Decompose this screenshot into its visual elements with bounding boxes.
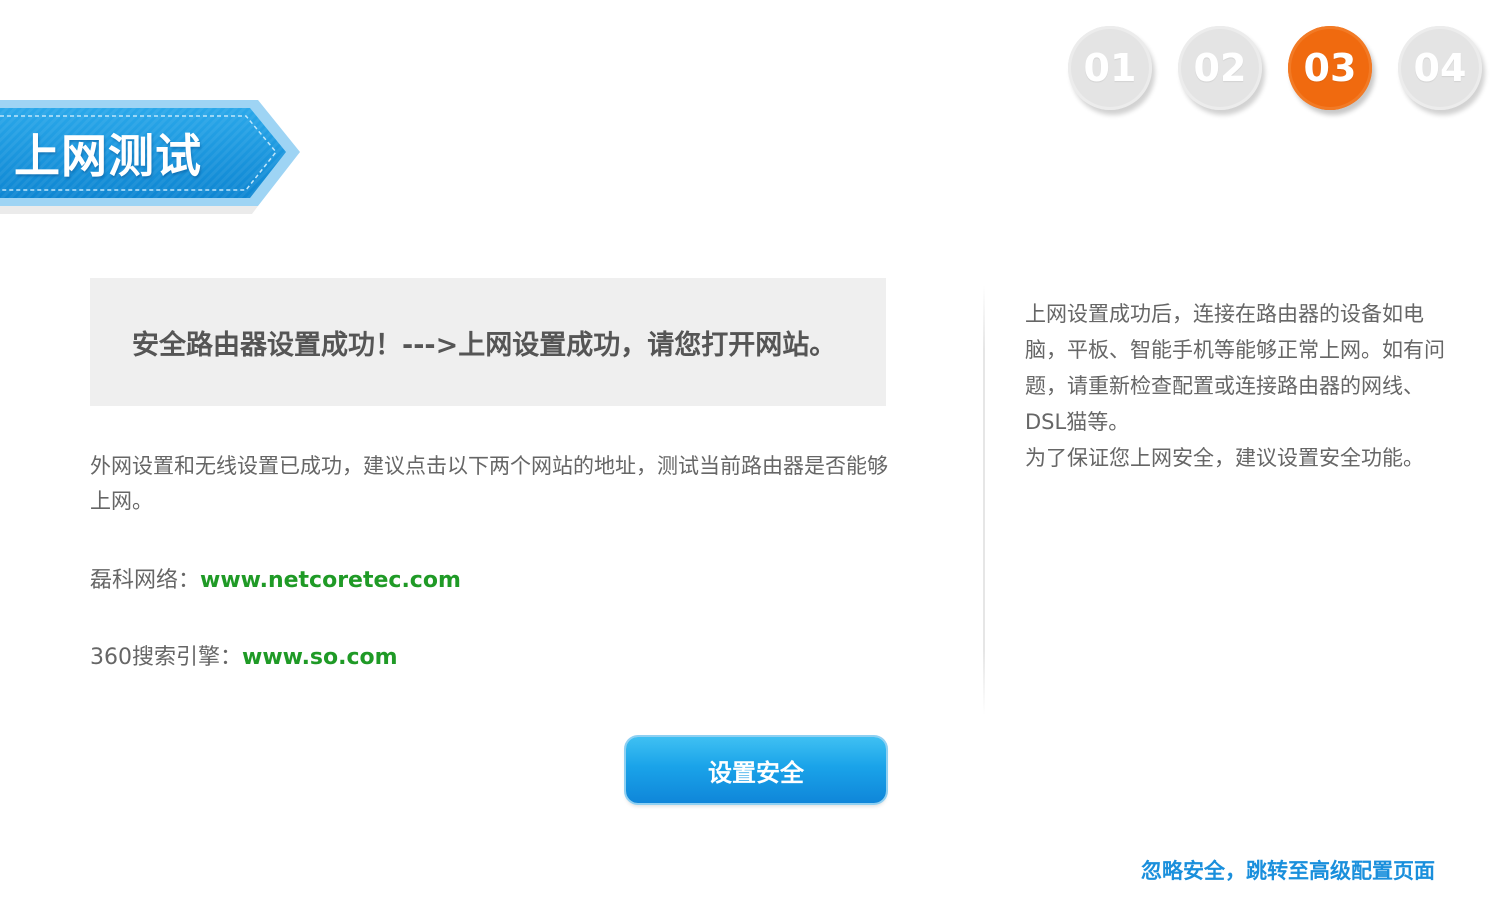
side-info-panel: 上网设置成功后，连接在路由器的设备如电脑，平板、智能手机等能够正常上网。如有问题… <box>1025 296 1445 476</box>
skip-to-advanced-link[interactable]: 忽略安全，跳转至高级配置页面 <box>1141 855 1435 885</box>
setup-security-button[interactable]: 设置安全 <box>626 737 886 803</box>
side-info-paragraph-1: 上网设置成功后，连接在路由器的设备如电脑，平板、智能手机等能够正常上网。如有问题… <box>1025 302 1445 434</box>
site-label: 磊科网络： <box>90 568 201 593</box>
page-title: 上网测试 <box>14 129 202 183</box>
so-link[interactable]: www.so.com <box>242 645 398 670</box>
step-2: 02 <box>1178 26 1262 110</box>
test-description: 外网设置和无线设置已成功，建议点击以下两个网站的地址，测试当前路由器是否能够上网… <box>90 454 888 513</box>
site-label: 360搜索引擎： <box>90 645 242 670</box>
step-indicator: 01 02 03 04 <box>1068 26 1482 110</box>
column-divider <box>983 285 985 715</box>
netcore-link[interactable]: www.netcoretec.com <box>200 568 461 593</box>
status-message-box: 安全路由器设置成功！--->上网设置成功，请您打开网站。 <box>90 278 886 406</box>
site-item-so: 360搜索引擎：www.so.com <box>90 639 398 671</box>
page-title-banner: 上网测试 <box>0 96 300 214</box>
step-3-current: 03 <box>1288 26 1372 110</box>
side-info-paragraph-2: 为了保证您上网安全，建议设置安全功能。 <box>1025 446 1424 470</box>
step-4: 04 <box>1398 26 1482 110</box>
site-item-netcore: 磊科网络：www.netcoretec.com <box>90 562 461 594</box>
status-message: 安全路由器设置成功！--->上网设置成功，请您打开网站。 <box>132 329 837 361</box>
step-1: 01 <box>1068 26 1152 110</box>
